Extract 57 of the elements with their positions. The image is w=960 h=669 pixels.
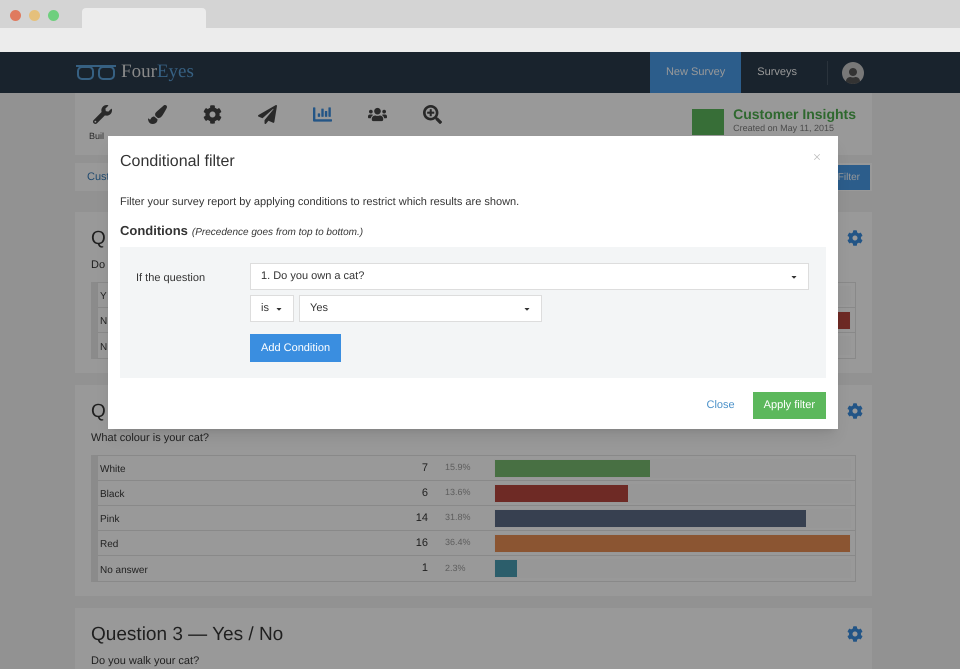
answer-percent: 2.3% xyxy=(444,562,467,575)
gear-icon xyxy=(203,105,222,124)
wrench-icon xyxy=(93,105,112,124)
paintbrush-icon xyxy=(148,105,167,124)
survey-title: Customer Insights xyxy=(733,105,856,123)
answer-label: N xyxy=(100,342,108,352)
question-text: What colour is your cat? xyxy=(91,432,209,444)
dialog-title: Conditional filter xyxy=(120,152,235,172)
logo-text: FourEyes xyxy=(121,60,194,84)
survey-thumbnail xyxy=(692,109,724,135)
answer-label: Black xyxy=(100,489,124,500)
answer-count: 6 xyxy=(420,486,428,501)
answer-percent: 15.9% xyxy=(444,461,472,474)
answer-percent: 36.4% xyxy=(444,536,472,550)
answer-label: Y xyxy=(100,291,107,302)
question-title: Q xyxy=(91,400,106,424)
toolbar-item[interactable]: Buil xyxy=(80,105,135,144)
operator-select[interactable]: is xyxy=(250,295,294,322)
close-icon[interactable] xyxy=(812,152,822,162)
answer-label: No answer xyxy=(100,564,148,576)
answer-percent: 13.6% xyxy=(444,486,472,500)
answer-count: 1 xyxy=(420,561,428,576)
answer-label: White xyxy=(100,464,126,475)
glasses-logo-icon xyxy=(75,63,117,82)
question-title: Question 3 — Yes / No xyxy=(91,623,284,647)
condition-label: If the question xyxy=(136,271,206,286)
close-link[interactable]: Close xyxy=(706,397,735,414)
settings-icon[interactable] xyxy=(847,403,863,419)
settings-icon[interactable] xyxy=(847,626,863,642)
answer-label: Red xyxy=(100,539,118,550)
settings-icon[interactable] xyxy=(847,230,863,246)
conditions-note: (Precedence goes from top to bottom.) xyxy=(192,226,364,240)
bar-chart-icon xyxy=(313,105,332,124)
avatar[interactable] xyxy=(842,62,864,84)
paper-plane-icon xyxy=(258,105,277,124)
zoom-in-icon xyxy=(423,105,442,124)
nav-link[interactable]: Surveys xyxy=(741,52,813,93)
person-silhouette-icon xyxy=(845,68,861,84)
dialog-description: Filter your survey report by applying conditions to restrict which results are shown. xyxy=(120,195,520,210)
apply-filter-button[interactable]: Apply filter xyxy=(752,392,826,419)
question-select[interactable]: 1. Do you own a cat? xyxy=(250,263,809,290)
answer-count: 14 xyxy=(414,510,428,526)
nav-link[interactable]: New Survey xyxy=(650,52,742,93)
answer-percent: 31.8% xyxy=(444,511,472,524)
survey-created-date: Created on May 11, 2015 xyxy=(733,123,835,134)
question-title: Q xyxy=(91,227,106,251)
answer-label: Pink xyxy=(100,514,120,525)
close-window-icon[interactable] xyxy=(10,10,21,21)
answer-count: 7 xyxy=(420,460,428,476)
question-text: Do you walk your cat? xyxy=(91,655,200,667)
question-text: Do xyxy=(91,259,106,271)
users-icon xyxy=(368,105,387,124)
answer-select[interactable]: Yes xyxy=(299,295,542,322)
conditions-heading: Conditions xyxy=(120,222,188,240)
answer-label: N xyxy=(100,316,108,327)
answer-count: 16 xyxy=(414,536,428,551)
add-condition-button[interactable]: Add Condition xyxy=(250,334,342,362)
